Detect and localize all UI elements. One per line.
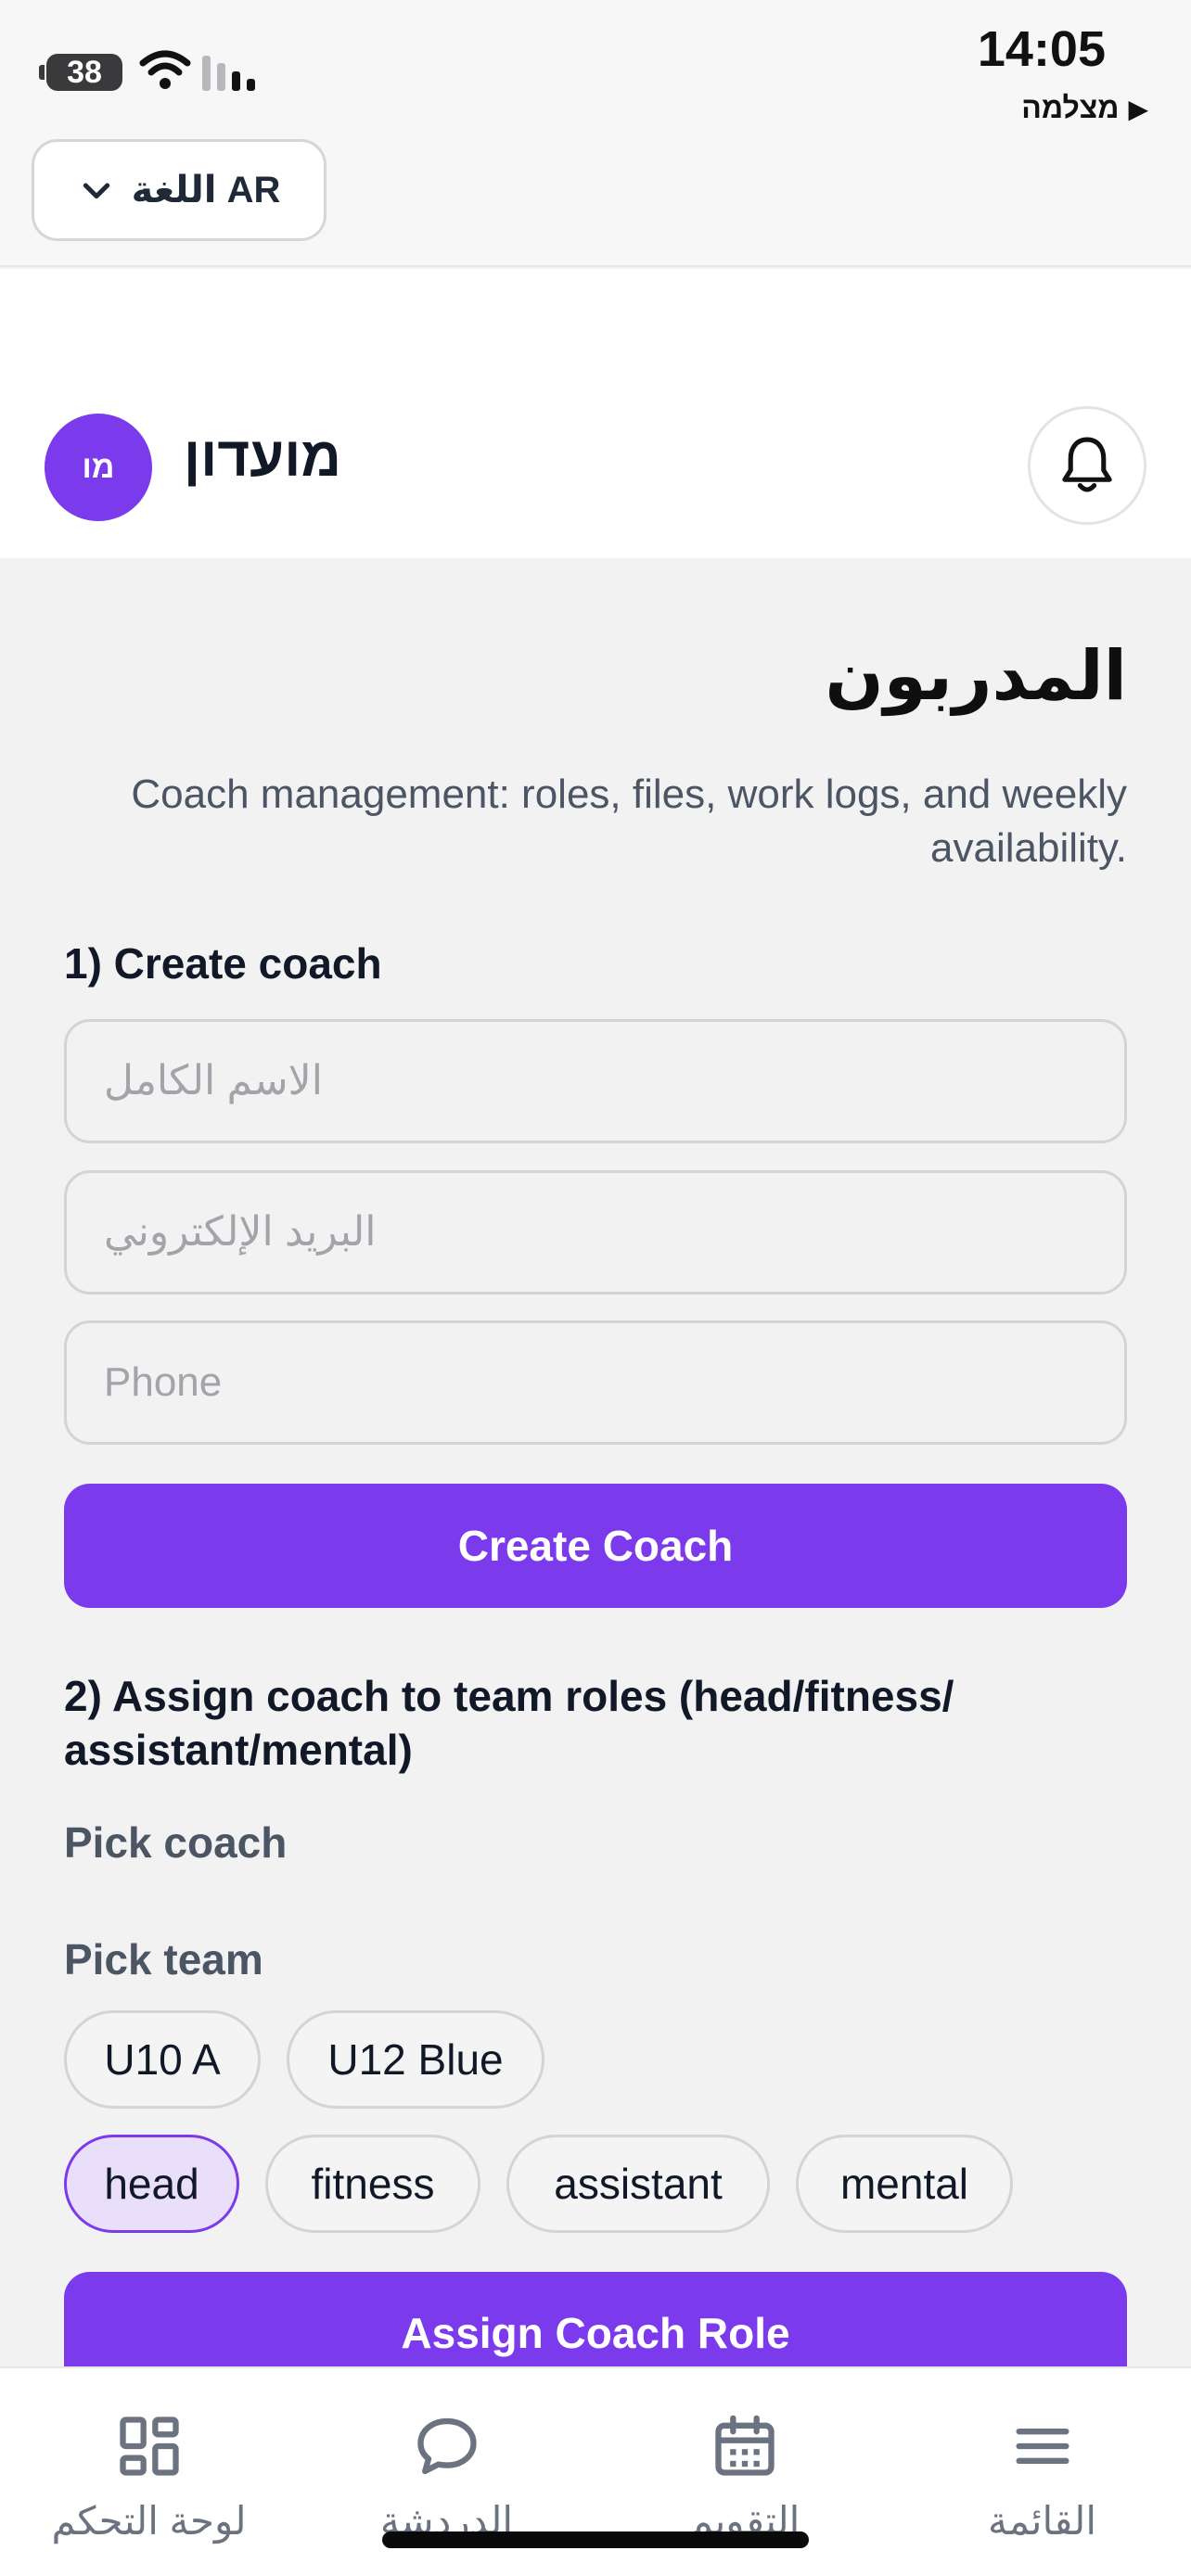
assign-role-title: 2) Assign coach to team roles (head/fitn… (64, 1672, 954, 1774)
nav-label: لوحة التحكم (51, 2499, 247, 2543)
avatar[interactable]: מו (45, 414, 152, 521)
page-description: Coach management: roles, files, work log… (131, 772, 1127, 871)
dashboard-icon (119, 2417, 179, 2476)
status-time: 14:05 (977, 21, 1106, 77)
app-header: מו מועדון (0, 269, 1191, 558)
nav-item-menu[interactable]: القائمة (893, 2368, 1191, 2576)
status-bar: 38 14:05 ▶ מצלמה اللغة AR (0, 0, 1191, 267)
pick-team-label: Pick team (64, 1935, 263, 1983)
create-coach-button[interactable]: Create Coach (64, 1484, 1127, 1608)
play-triangle-icon: ▶ (1128, 95, 1148, 123)
nav-label: القائمة (988, 2499, 1096, 2543)
wifi-icon (139, 50, 191, 89)
home-indicator (382, 2531, 809, 2548)
role-chip-mental[interactable]: mental (796, 2135, 1013, 2233)
menu-icon (1016, 2429, 1069, 2464)
club-name: מועדון (184, 426, 341, 488)
role-chip-assistant[interactable]: assistant (506, 2135, 770, 2233)
role-chip-head[interactable]: head (64, 2135, 239, 2233)
team-chip[interactable]: U12 Blue (287, 2010, 544, 2109)
fullname-input[interactable] (64, 1019, 1127, 1143)
battery-icon: 38 (39, 54, 122, 91)
bell-icon (1062, 437, 1112, 492)
email-input[interactable] (64, 1170, 1127, 1294)
language-label: اللغة AR (131, 170, 281, 210)
notifications-button[interactable] (1028, 406, 1146, 525)
page-title: المدربون (825, 637, 1127, 714)
chevron-down-icon (83, 183, 109, 199)
language-select[interactable]: اللغة AR (32, 139, 327, 241)
pick-coach-label: Pick coach (64, 1818, 288, 1867)
create-coach-title: 1) Create coach (64, 939, 382, 988)
role-chip-fitness[interactable]: fitness (265, 2135, 480, 2233)
phone-input[interactable] (64, 1320, 1127, 1445)
calendar-icon (714, 2415, 775, 2476)
status-carrier: ▶ מצלמה (1021, 91, 1148, 125)
nav-item-dashboard[interactable]: لوحة التحكم (0, 2368, 298, 2576)
main-content: المدربون Coach management: roles, files,… (0, 558, 1191, 2420)
signal-icon (202, 56, 255, 91)
chat-icon (416, 2417, 477, 2475)
carrier-label: מצלמה (1021, 91, 1120, 124)
team-chip[interactable]: U10 A (64, 2010, 261, 2109)
app-screen: 38 14:05 ▶ מצלמה اللغة AR מו מועדון المدر… (0, 0, 1191, 2576)
